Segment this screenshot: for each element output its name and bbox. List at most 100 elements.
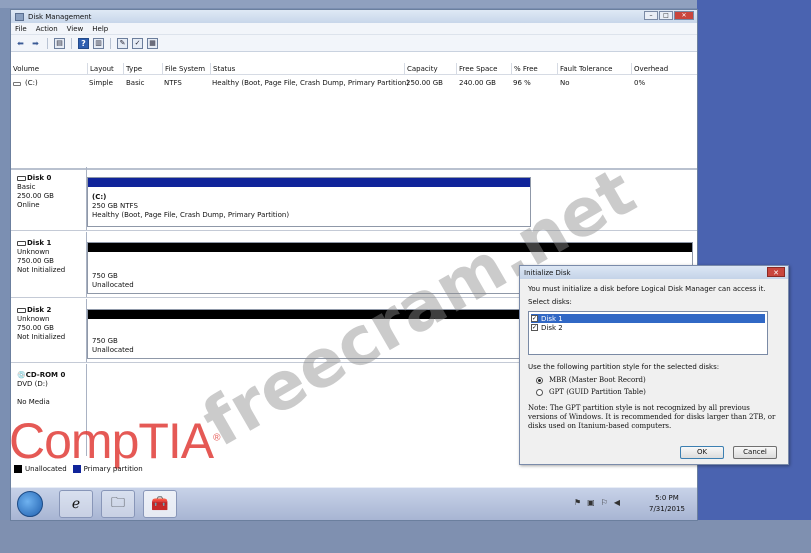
dialog-title: Initialize Disk <box>524 269 571 277</box>
title-bar[interactable]: Disk Management – □ ✕ <box>11 10 697 23</box>
column-header-percent-free[interactable]: % Free <box>511 63 557 74</box>
primary-partition-bar <box>88 178 530 187</box>
type-cell: Basic <box>126 79 145 87</box>
column-header-file-system[interactable]: File System <box>162 63 210 74</box>
volume-icon[interactable]: ◀ <box>614 498 620 507</box>
partition-style-label: Use the following partition style for th… <box>528 363 720 371</box>
disk-management-icon <box>15 12 24 21</box>
cancel-button[interactable]: Cancel <box>733 446 777 459</box>
ok-button[interactable]: OK <box>680 446 724 459</box>
disk-state: Not Initialized <box>17 333 66 341</box>
console-tree-icon[interactable]: ▤ <box>54 37 65 49</box>
column-header-free-space[interactable]: Free Space <box>456 63 511 74</box>
fault-tolerance-cell: No <box>560 79 570 87</box>
refresh-icon[interactable]: ▦ <box>147 37 158 49</box>
volume-cell: (C:) <box>25 79 38 87</box>
close-button[interactable]: ✕ <box>674 11 694 20</box>
toolbar-separator <box>110 37 111 49</box>
disk-1-label: Disk 1 <box>541 314 563 323</box>
legend-unallocated: Unallocated <box>25 465 67 473</box>
file-explorer-icon[interactable]: 🗀 <box>101 490 135 518</box>
column-header-type[interactable]: Type <box>123 63 162 74</box>
desktop-background-top <box>0 0 811 8</box>
disk-state: Not Initialized <box>17 266 66 274</box>
disk-type: Unknown <box>17 248 50 256</box>
dialog-intro: You must initialize a disk before Logica… <box>528 285 766 293</box>
gpt-option[interactable]: GPT (GUID Partition Table) <box>536 388 780 396</box>
partition-c[interactable]: (C:) 250 GB NTFS Healthy (Boot, Page Fil… <box>87 177 531 227</box>
disk-type: Unknown <box>17 315 50 323</box>
capacity-cell: 250.00 GB <box>406 79 443 87</box>
rescan-disks-icon[interactable]: ✓ <box>132 37 143 49</box>
cdrom-type: DVD (D:) <box>17 380 48 388</box>
maximize-button[interactable]: □ <box>659 11 673 20</box>
status-cell: Healthy (Boot, Page File, Crash Dump, Pr… <box>212 79 410 87</box>
minimize-button[interactable]: – <box>644 11 658 20</box>
partition-title: (C:) <box>92 193 107 201</box>
column-header-overhead[interactable]: Overhead <box>631 63 697 74</box>
internet-explorer-icon[interactable]: ℯ <box>59 490 93 518</box>
menu-bar: File Action View Help <box>11 23 697 35</box>
action-pane-icon[interactable]: ▥ <box>93 37 104 49</box>
primary-partition-swatch <box>72 465 81 473</box>
column-header-status[interactable]: Status <box>210 63 404 74</box>
disk-name: Disk 0 <box>27 174 52 182</box>
column-header-fault-tolerance[interactable]: Fault Tolerance <box>557 63 631 74</box>
column-header-layout[interactable]: Layout <box>87 63 123 74</box>
disk-list-item-2[interactable]: ✓ Disk 2 <box>531 323 765 332</box>
disk-select-list[interactable]: ✓ Disk 1 ✓ Disk 2 <box>528 311 768 355</box>
disk-size: 250.00 GB <box>17 192 54 200</box>
forward-arrow-icon[interactable]: ➡ <box>30 38 41 49</box>
menu-help[interactable]: Help <box>92 25 108 33</box>
table-row[interactable]: (C:) Simple Basic NTFS Healthy (Boot, Pa… <box>11 76 697 89</box>
disk-2-label: Disk 2 <box>541 323 563 332</box>
file-system-cell: NTFS <box>164 79 182 87</box>
gpt-note: Note: The GPT partition style is not rec… <box>528 404 776 430</box>
hard-disk-icon <box>17 175 26 181</box>
unallocated-swatch <box>14 465 22 473</box>
properties-icon[interactable]: ✎ <box>117 37 128 49</box>
mbr-option[interactable]: MBR (Master Boot Record) <box>536 376 780 384</box>
desktop-background-bottom <box>0 520 811 553</box>
disk-state: Online <box>17 201 40 209</box>
overhead-cell: 0% <box>634 79 646 87</box>
dialog-close-button[interactable]: ✕ <box>767 267 785 277</box>
disk-2-checkbox[interactable]: ✓ <box>531 324 538 331</box>
network-icon[interactable]: ▣ <box>587 498 595 507</box>
volume-list-header: Volume Layout Type File System Status Ca… <box>11 62 697 75</box>
menu-action[interactable]: Action <box>36 25 58 33</box>
menu-view[interactable]: View <box>67 25 84 33</box>
menu-file[interactable]: File <box>15 25 27 33</box>
help-icon[interactable]: ? <box>78 37 89 49</box>
layout-cell: Simple <box>89 79 113 87</box>
toolbar: ⬅ ➡ ▤ ? ▥ ✎ ✓ ▦ <box>11 35 697 52</box>
legend-primary: Primary partition <box>83 465 143 473</box>
disk-1-checkbox[interactable]: ✓ <box>531 315 538 322</box>
flag-icon[interactable]: ⚐ <box>601 498 608 507</box>
select-disks-label: Select disks: <box>528 298 572 306</box>
disk-label[interactable]: Disk 0 Basic 250.00 GB Online <box>17 167 87 230</box>
dialog-title-bar[interactable]: Initialize Disk ✕ <box>520 266 788 279</box>
legend: Unallocated Primary partition <box>14 465 143 473</box>
disk-label[interactable]: Disk 2 Unknown 750.00 GB Not Initialized <box>17 299 87 362</box>
clock-date: 7/31/2015 <box>649 505 685 513</box>
mbr-radio[interactable] <box>536 376 543 384</box>
hard-disk-icon <box>17 240 26 246</box>
free-space-cell: 240.00 GB <box>459 79 496 87</box>
gpt-label: GPT (GUID Partition Table) <box>549 388 646 396</box>
column-header-capacity[interactable]: Capacity <box>404 63 456 74</box>
toolbar-separator <box>47 37 48 49</box>
toolbox-icon[interactable]: 🧰 <box>143 490 177 518</box>
back-arrow-icon[interactable]: ⬅ <box>15 38 26 49</box>
gpt-radio[interactable] <box>536 388 543 396</box>
clock[interactable]: 5:0 PM 7/31/2015 <box>649 493 685 515</box>
unallocated-label: Unallocated <box>92 346 134 354</box>
disk-label[interactable]: Disk 1 Unknown 750.00 GB Not Initialized <box>17 232 87 297</box>
disk-list-item-1[interactable]: ✓ Disk 1 <box>531 314 765 323</box>
action-center-icon[interactable]: ⚑ <box>574 498 581 507</box>
partition-status: Healthy (Boot, Page File, Crash Dump, Pr… <box>92 211 290 219</box>
comptia-brand: CompTIA <box>10 413 214 469</box>
column-header-volume[interactable]: Volume <box>11 63 87 74</box>
disk-name: Disk 2 <box>27 306 52 314</box>
start-button[interactable] <box>17 491 43 517</box>
